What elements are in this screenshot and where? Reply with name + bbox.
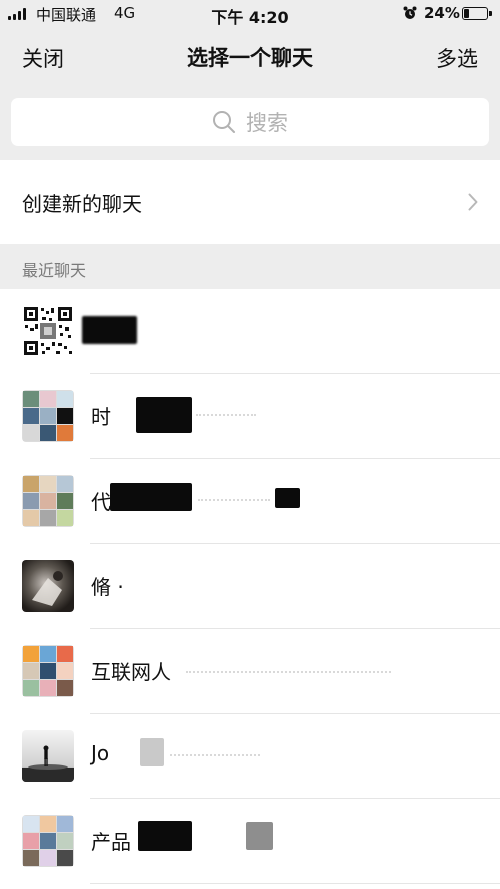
redacted-name — [110, 483, 192, 511]
group-grid-avatar — [22, 390, 74, 442]
chat-name: Jo — [91, 741, 110, 765]
page-title: 选择一个聊天 — [187, 46, 313, 70]
chat-name: 脩 · — [91, 575, 124, 599]
redacted-name — [138, 821, 192, 851]
chevron-right-icon — [468, 193, 478, 211]
silhouette-avatar — [22, 730, 74, 782]
chat-item[interactable]: 互联网人 — [0, 629, 500, 714]
search-icon — [213, 111, 235, 133]
nav-bar: 关闭 选择一个聊天 多选 — [0, 28, 500, 90]
group-grid-avatar — [22, 475, 74, 527]
create-new-chat-label: 创建新的聊天 — [22, 192, 142, 216]
chat-item[interactable]: 时 — [0, 374, 500, 459]
group-grid-avatar — [22, 645, 74, 697]
chat-list: 时 代市 — [0, 289, 500, 889]
redacted-name — [136, 397, 192, 433]
group-grid-avatar — [22, 815, 74, 867]
multi-select-button[interactable]: 多选 — [436, 43, 478, 73]
redacted-name — [246, 822, 273, 850]
redacted-name — [275, 488, 300, 508]
photo-avatar — [22, 560, 74, 612]
alarm-icon — [403, 6, 417, 19]
chat-item[interactable]: Jo — [0, 714, 500, 799]
redacted-name — [140, 738, 164, 766]
chat-name: 时 — [91, 405, 111, 429]
chat-item[interactable]: 脩 · — [0, 544, 500, 629]
chat-item[interactable]: 代市 — [0, 459, 500, 544]
search-placeholder: 搜索 — [246, 111, 288, 135]
recent-chats-label: 最近聊天 — [22, 261, 87, 280]
search-input[interactable]: 搜索 — [11, 98, 489, 146]
chat-name: 互联网人 — [91, 660, 171, 684]
status-bar: 中国联通 4G 下午 4:20 24% — [0, 0, 500, 28]
battery-percent: 24% — [424, 4, 460, 22]
battery-icon — [462, 7, 492, 20]
chat-item[interactable]: 产品 — [0, 799, 500, 884]
recent-chats-header: 最近聊天 — [0, 244, 500, 289]
chat-item[interactable] — [0, 289, 500, 374]
create-new-chat-row[interactable]: 创建新的聊天 — [0, 160, 500, 244]
qr-code-avatar — [22, 305, 74, 357]
chat-name: 产品 — [91, 830, 131, 854]
redacted-name — [82, 316, 137, 344]
